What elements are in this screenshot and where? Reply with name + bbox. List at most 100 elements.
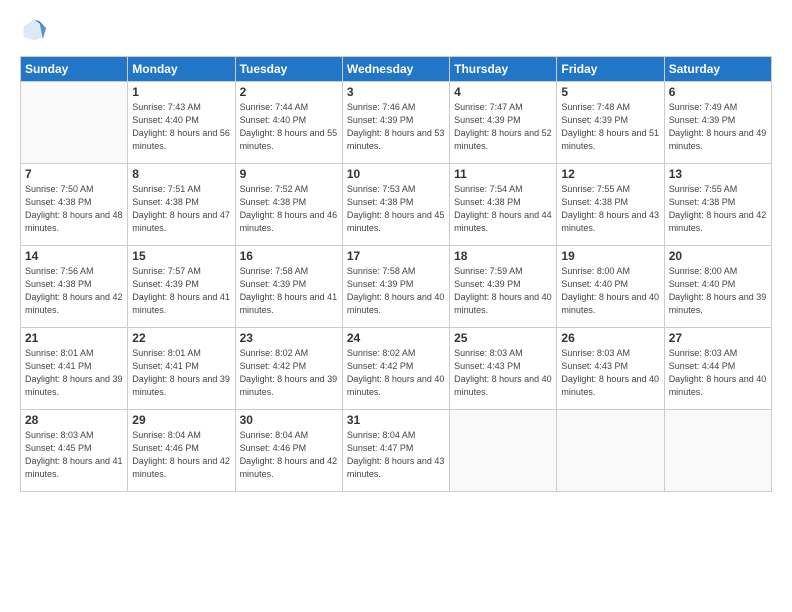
logo (20, 16, 52, 44)
calendar-cell: 5 Sunrise: 7:48 AM Sunset: 4:39 PM Daylig… (557, 82, 664, 164)
day-detail: Sunrise: 7:54 AM Sunset: 4:38 PM Dayligh… (454, 183, 552, 235)
day-number: 29 (132, 413, 230, 427)
day-detail: Sunrise: 8:01 AM Sunset: 4:41 PM Dayligh… (25, 347, 123, 399)
day-number: 10 (347, 167, 445, 181)
day-number: 22 (132, 331, 230, 345)
day-number: 11 (454, 167, 552, 181)
day-detail: Sunrise: 7:55 AM Sunset: 4:38 PM Dayligh… (669, 183, 767, 235)
weekday-header: Saturday (664, 57, 771, 82)
day-detail: Sunrise: 7:58 AM Sunset: 4:39 PM Dayligh… (347, 265, 445, 317)
day-number: 5 (561, 85, 659, 99)
day-detail: Sunrise: 7:52 AM Sunset: 4:38 PM Dayligh… (240, 183, 338, 235)
calendar-cell: 9 Sunrise: 7:52 AM Sunset: 4:38 PM Daylig… (235, 164, 342, 246)
day-number: 9 (240, 167, 338, 181)
day-number: 19 (561, 249, 659, 263)
calendar-cell: 27 Sunrise: 8:03 AM Sunset: 4:44 PM Dayli… (664, 328, 771, 410)
day-detail: Sunrise: 8:01 AM Sunset: 4:41 PM Dayligh… (132, 347, 230, 399)
calendar-cell: 25 Sunrise: 8:03 AM Sunset: 4:43 PM Dayli… (450, 328, 557, 410)
day-detail: Sunrise: 7:50 AM Sunset: 4:38 PM Dayligh… (25, 183, 123, 235)
header-row: SundayMondayTuesdayWednesdayThursdayFrid… (21, 57, 772, 82)
calendar-cell: 29 Sunrise: 8:04 AM Sunset: 4:46 PM Dayli… (128, 410, 235, 492)
day-number: 26 (561, 331, 659, 345)
calendar-cell: 8 Sunrise: 7:51 AM Sunset: 4:38 PM Daylig… (128, 164, 235, 246)
calendar-cell: 22 Sunrise: 8:01 AM Sunset: 4:41 PM Dayli… (128, 328, 235, 410)
day-detail: Sunrise: 8:03 AM Sunset: 4:44 PM Dayligh… (669, 347, 767, 399)
day-number: 3 (347, 85, 445, 99)
calendar-cell: 23Sunrise: 8:02 AM Sunset: 4:42 PM Dayli… (235, 328, 342, 410)
weekday-header: Friday (557, 57, 664, 82)
day-number: 16 (240, 249, 338, 263)
day-number: 4 (454, 85, 552, 99)
header (20, 16, 772, 44)
weekday-header: Tuesday (235, 57, 342, 82)
day-detail: Sunrise: 7:47 AM Sunset: 4:39 PM Dayligh… (454, 101, 552, 153)
calendar-cell: 28 Sunrise: 8:03 AM Sunset: 4:45 PM Dayli… (21, 410, 128, 492)
day-detail: Sunrise: 8:02 AM Sunset: 4:42 PM Dayligh… (240, 347, 338, 399)
weekday-header: Monday (128, 57, 235, 82)
day-number: 14 (25, 249, 123, 263)
day-detail: Sunrise: 7:59 AM Sunset: 4:39 PM Dayligh… (454, 265, 552, 317)
day-number: 20 (669, 249, 767, 263)
day-detail: Sunrise: 8:03 AM Sunset: 4:43 PM Dayligh… (454, 347, 552, 399)
day-number: 15 (132, 249, 230, 263)
day-detail: Sunrise: 8:00 AM Sunset: 4:40 PM Dayligh… (561, 265, 659, 317)
calendar-week-row: 14 Sunrise: 7:56 AM Sunset: 4:38 PM Dayli… (21, 246, 772, 328)
calendar-cell: 6Sunrise: 7:49 AM Sunset: 4:39 PM Daylig… (664, 82, 771, 164)
calendar-cell: 7Sunrise: 7:50 AM Sunset: 4:38 PM Daylig… (21, 164, 128, 246)
day-detail: Sunrise: 7:57 AM Sunset: 4:39 PM Dayligh… (132, 265, 230, 317)
day-detail: Sunrise: 8:04 AM Sunset: 4:46 PM Dayligh… (240, 429, 338, 481)
calendar-cell: 16 Sunrise: 7:58 AM Sunset: 4:39 PM Dayli… (235, 246, 342, 328)
calendar-cell: 12Sunrise: 7:55 AM Sunset: 4:38 PM Dayli… (557, 164, 664, 246)
calendar-cell (557, 410, 664, 492)
day-number: 18 (454, 249, 552, 263)
weekday-header: Wednesday (342, 57, 449, 82)
calendar-cell: 26 Sunrise: 8:03 AM Sunset: 4:43 PM Dayli… (557, 328, 664, 410)
day-number: 30 (240, 413, 338, 427)
calendar-cell: 31 Sunrise: 8:04 AM Sunset: 4:47 PM Dayli… (342, 410, 449, 492)
calendar-cell: 19 Sunrise: 8:00 AM Sunset: 4:40 PM Dayli… (557, 246, 664, 328)
day-number: 2 (240, 85, 338, 99)
page-container: SundayMondayTuesdayWednesdayThursdayFrid… (0, 0, 792, 504)
calendar-cell: 15 Sunrise: 7:57 AM Sunset: 4:39 PM Dayli… (128, 246, 235, 328)
day-detail: Sunrise: 8:03 AM Sunset: 4:43 PM Dayligh… (561, 347, 659, 399)
day-detail: Sunrise: 7:48 AM Sunset: 4:39 PM Dayligh… (561, 101, 659, 153)
calendar-cell: 21Sunrise: 8:01 AM Sunset: 4:41 PM Dayli… (21, 328, 128, 410)
day-number: 1 (132, 85, 230, 99)
day-number: 27 (669, 331, 767, 345)
day-number: 12 (561, 167, 659, 181)
calendar-cell: 3 Sunrise: 7:46 AM Sunset: 4:39 PM Daylig… (342, 82, 449, 164)
day-detail: Sunrise: 7:51 AM Sunset: 4:38 PM Dayligh… (132, 183, 230, 235)
calendar-week-row: 7Sunrise: 7:50 AM Sunset: 4:38 PM Daylig… (21, 164, 772, 246)
day-detail: Sunrise: 7:56 AM Sunset: 4:38 PM Dayligh… (25, 265, 123, 317)
day-number: 31 (347, 413, 445, 427)
day-detail: Sunrise: 8:02 AM Sunset: 4:42 PM Dayligh… (347, 347, 445, 399)
calendar-cell: 10 Sunrise: 7:53 AM Sunset: 4:38 PM Dayli… (342, 164, 449, 246)
day-detail: Sunrise: 8:03 AM Sunset: 4:45 PM Dayligh… (25, 429, 123, 481)
calendar-week-row: 28 Sunrise: 8:03 AM Sunset: 4:45 PM Dayli… (21, 410, 772, 492)
calendar-cell: 20 Sunrise: 8:00 AM Sunset: 4:40 PM Dayli… (664, 246, 771, 328)
day-detail: Sunrise: 8:04 AM Sunset: 4:47 PM Dayligh… (347, 429, 445, 481)
day-number: 25 (454, 331, 552, 345)
calendar-cell: 30 Sunrise: 8:04 AM Sunset: 4:46 PM Dayli… (235, 410, 342, 492)
day-detail: Sunrise: 7:58 AM Sunset: 4:39 PM Dayligh… (240, 265, 338, 317)
day-detail: Sunrise: 7:53 AM Sunset: 4:38 PM Dayligh… (347, 183, 445, 235)
day-number: 28 (25, 413, 123, 427)
calendar-cell: 4 Sunrise: 7:47 AM Sunset: 4:39 PM Daylig… (450, 82, 557, 164)
day-detail: Sunrise: 7:49 AM Sunset: 4:39 PM Dayligh… (669, 101, 767, 153)
calendar-cell: 14 Sunrise: 7:56 AM Sunset: 4:38 PM Dayli… (21, 246, 128, 328)
calendar-cell: 24 Sunrise: 8:02 AM Sunset: 4:42 PM Dayli… (342, 328, 449, 410)
day-detail: Sunrise: 8:00 AM Sunset: 4:40 PM Dayligh… (669, 265, 767, 317)
calendar-week-row: 21Sunrise: 8:01 AM Sunset: 4:41 PM Dayli… (21, 328, 772, 410)
day-number: 24 (347, 331, 445, 345)
day-number: 13 (669, 167, 767, 181)
calendar-cell: 2Sunrise: 7:44 AM Sunset: 4:40 PM Daylig… (235, 82, 342, 164)
day-detail: Sunrise: 7:43 AM Sunset: 4:40 PM Dayligh… (132, 101, 230, 153)
calendar-cell: 1 Sunrise: 7:43 AM Sunset: 4:40 PM Daylig… (128, 82, 235, 164)
calendar-cell: 18 Sunrise: 7:59 AM Sunset: 4:39 PM Dayli… (450, 246, 557, 328)
calendar-cell: 11 Sunrise: 7:54 AM Sunset: 4:38 PM Dayli… (450, 164, 557, 246)
day-detail: Sunrise: 8:04 AM Sunset: 4:46 PM Dayligh… (132, 429, 230, 481)
day-detail: Sunrise: 7:46 AM Sunset: 4:39 PM Dayligh… (347, 101, 445, 153)
calendar-cell (450, 410, 557, 492)
day-number: 17 (347, 249, 445, 263)
day-number: 8 (132, 167, 230, 181)
